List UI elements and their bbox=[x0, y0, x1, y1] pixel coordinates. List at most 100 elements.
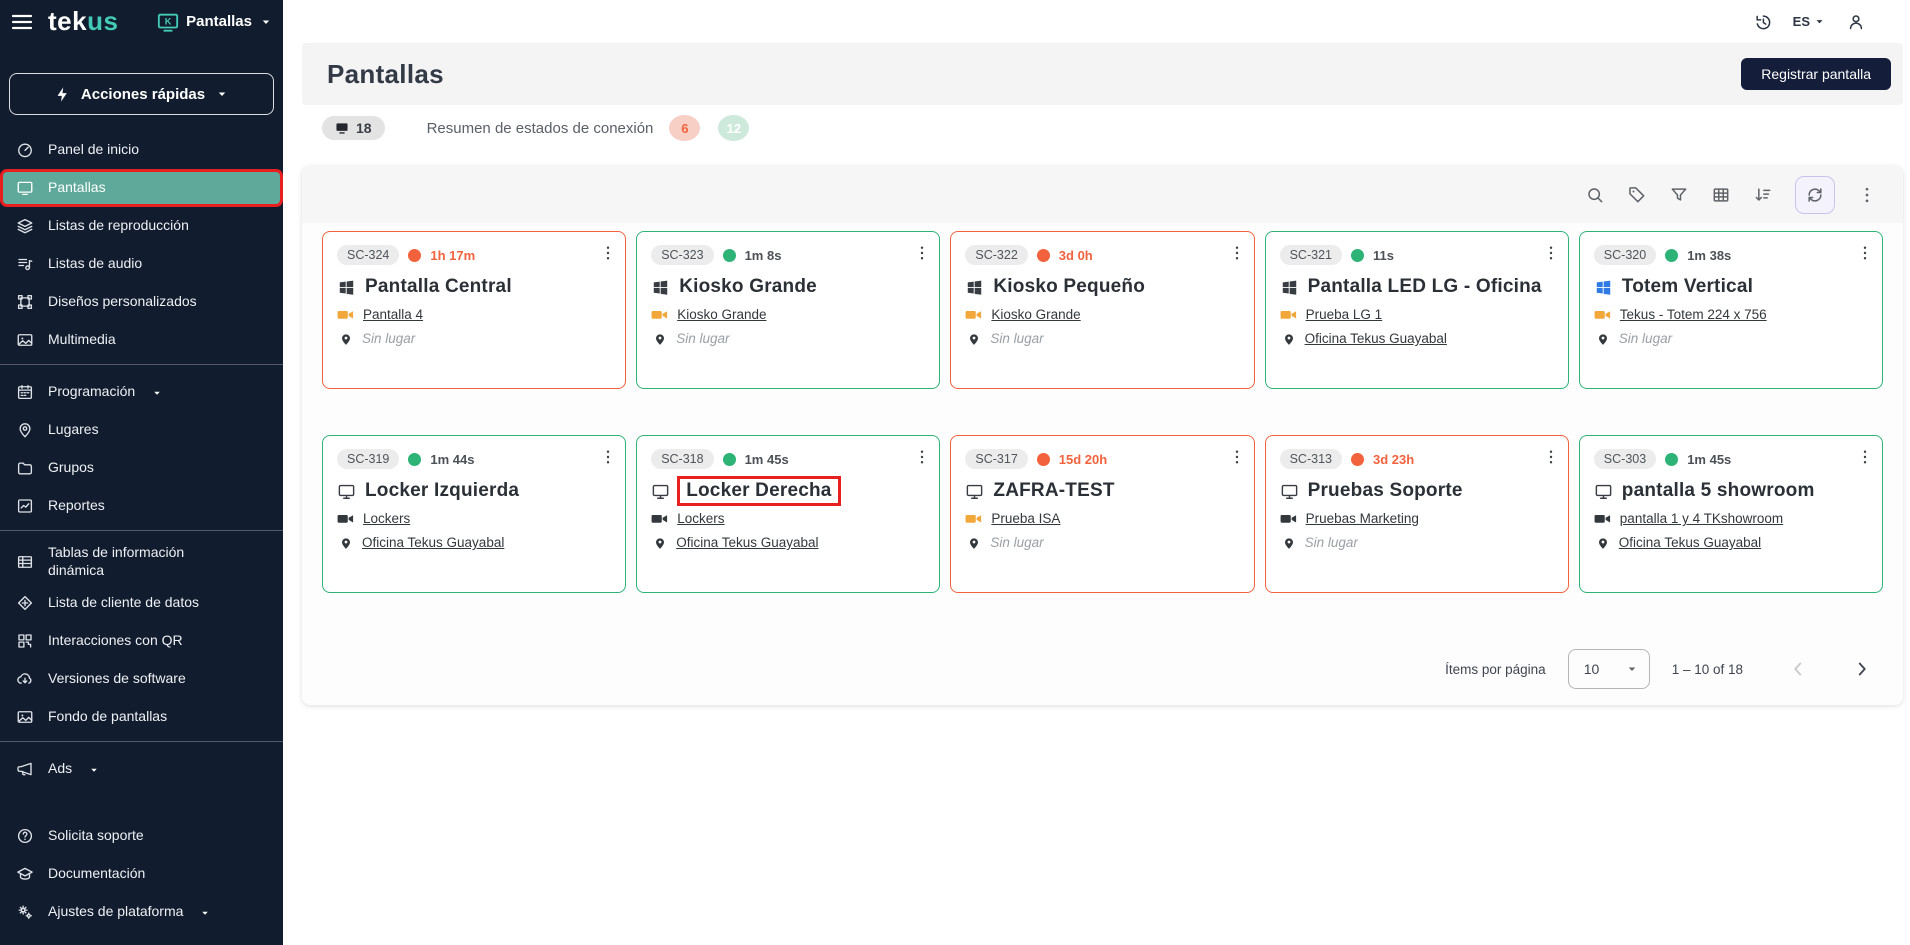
playlist-link[interactable]: Kiosko Grande bbox=[991, 307, 1080, 322]
lightning-icon bbox=[54, 86, 71, 103]
connection-status-dot bbox=[723, 249, 736, 262]
grid-icon[interactable] bbox=[1711, 185, 1731, 205]
card-title-row: Kiosko Grande bbox=[651, 276, 925, 298]
search-icon[interactable] bbox=[1585, 185, 1605, 205]
sidebar-item[interactable]: Listas de reproducción bbox=[3, 210, 280, 242]
screen-name[interactable]: Pantalla LED LG - Oficina bbox=[1308, 276, 1542, 298]
sidebar-item[interactable]: Diseños personalizados bbox=[3, 286, 280, 318]
nav-block: Fondo de pantallas bbox=[0, 698, 283, 750]
chevron-down-icon bbox=[199, 906, 211, 918]
playlist-link[interactable]: Prueba LG 1 bbox=[1306, 307, 1383, 322]
previous-page-icon[interactable] bbox=[1787, 658, 1809, 680]
sidebar-item[interactable]: Documentación bbox=[3, 858, 280, 890]
card-menu-kebab-icon[interactable] bbox=[1856, 244, 1874, 262]
items-per-page-select[interactable]: 10 bbox=[1568, 649, 1650, 689]
location-text[interactable]: Oficina Tekus Guayabal bbox=[1619, 535, 1761, 550]
playlist-link[interactable]: pantalla 1 y 4 TKshowroom bbox=[1620, 511, 1783, 526]
location-pin-icon bbox=[1596, 536, 1610, 550]
card-menu-kebab-icon[interactable] bbox=[913, 448, 931, 466]
sort-icon[interactable] bbox=[1753, 185, 1773, 205]
device-os-icon bbox=[337, 278, 356, 297]
sidebar-item[interactable]: Versiones de software bbox=[3, 663, 280, 695]
sidebar-item[interactable]: Multimedia bbox=[3, 324, 280, 356]
filter-icon[interactable] bbox=[1669, 185, 1689, 205]
screen-name[interactable]: Locker Izquierda bbox=[365, 480, 519, 502]
playlist-link[interactable]: Lockers bbox=[677, 511, 724, 526]
user-account-icon[interactable] bbox=[1846, 12, 1866, 32]
sidebar-item[interactable]: Listas de audio bbox=[3, 248, 280, 280]
playlist-link[interactable]: Prueba ISA bbox=[991, 511, 1060, 526]
sync-icon[interactable] bbox=[1795, 176, 1835, 214]
history-icon[interactable] bbox=[1753, 12, 1773, 32]
module-selector[interactable]: K Pantallas bbox=[157, 11, 273, 33]
graduation-icon bbox=[16, 865, 34, 883]
hamburger-menu-icon[interactable] bbox=[10, 10, 34, 34]
sidebar-item[interactable]: Interacciones con QR bbox=[3, 625, 280, 657]
card-playlist-row: Pruebas Marketing bbox=[1280, 510, 1554, 527]
card-menu-kebab-icon[interactable] bbox=[913, 244, 931, 262]
screen-name[interactable]: Kiosko Pequeño bbox=[993, 276, 1145, 298]
screen-name[interactable]: Pantalla Central bbox=[365, 276, 512, 298]
sidebar-item[interactable]: Grupos bbox=[3, 452, 280, 484]
location-text[interactable]: Sin lugar bbox=[362, 331, 415, 346]
sidebar-footer-nav: Solicita soporte Documentación Ajustes d… bbox=[0, 817, 283, 931]
calendar-icon bbox=[16, 383, 34, 401]
sidebar-item[interactable]: Lugares bbox=[3, 414, 280, 446]
sidebar-item[interactable]: Tablas de información dinámica bbox=[3, 542, 280, 581]
card-menu-kebab-icon[interactable] bbox=[1228, 244, 1246, 262]
location-text[interactable]: Sin lugar bbox=[1619, 331, 1672, 346]
register-screen-button[interactable]: Registrar pantalla bbox=[1741, 58, 1891, 90]
screen-name[interactable]: Totem Vertical bbox=[1622, 276, 1753, 298]
playlist-link[interactable]: Kiosko Grande bbox=[677, 307, 766, 322]
total-screens-count: 18 bbox=[356, 120, 372, 136]
playlist-link[interactable]: Tekus - Totem 224 x 756 bbox=[1620, 307, 1767, 322]
screen-name[interactable]: Kiosko Grande bbox=[679, 276, 817, 298]
location-text[interactable]: Oficina Tekus Guayabal bbox=[1305, 331, 1447, 346]
card-menu-kebab-icon[interactable] bbox=[599, 244, 617, 262]
card-header: SC-313 3d 23h bbox=[1280, 449, 1554, 469]
sidebar-item[interactable]: Ajustes de plataforma bbox=[3, 896, 280, 928]
card-menu-kebab-icon[interactable] bbox=[1228, 448, 1246, 466]
card-menu-kebab-icon[interactable] bbox=[599, 448, 617, 466]
quick-actions-button[interactable]: Acciones rápidas bbox=[9, 73, 274, 115]
sidebar-item[interactable]: Programación bbox=[3, 376, 280, 408]
sidebar-item[interactable]: Lista de cliente de datos bbox=[3, 587, 280, 619]
sidebar-item-label: Ads bbox=[48, 760, 72, 778]
location-text[interactable]: Oficina Tekus Guayabal bbox=[676, 535, 818, 550]
location-text[interactable]: Sin lugar bbox=[1305, 535, 1358, 550]
card-playlist-row: pantalla 1 y 4 TKshowroom bbox=[1594, 510, 1868, 527]
screen-card: SC-313 3d 23h Pruebas Soporte Pruebas Ma… bbox=[1265, 435, 1569, 593]
next-page-icon[interactable] bbox=[1851, 658, 1873, 680]
location-text[interactable]: Sin lugar bbox=[990, 331, 1043, 346]
screen-k-icon: K bbox=[157, 11, 179, 33]
connection-duration: 1h 17m bbox=[430, 248, 475, 263]
location-text[interactable]: Oficina Tekus Guayabal bbox=[362, 535, 504, 550]
sidebar-item[interactable]: Fondo de pantallas bbox=[3, 701, 280, 733]
page-range-label: 1 – 10 of 18 bbox=[1672, 662, 1743, 677]
playlist-link[interactable]: Pantalla 4 bbox=[363, 307, 423, 322]
card-menu-kebab-icon[interactable] bbox=[1856, 448, 1874, 466]
sidebar-item[interactable]: Pantallas bbox=[3, 172, 280, 204]
sidebar-item[interactable]: Solicita soporte bbox=[3, 820, 280, 852]
chevron-down-icon bbox=[1813, 15, 1826, 28]
playlist-link[interactable]: Pruebas Marketing bbox=[1306, 511, 1419, 526]
tag-icon[interactable] bbox=[1627, 185, 1647, 205]
screen-name[interactable]: Locker Derecha bbox=[677, 476, 840, 506]
language-selector[interactable]: ES bbox=[1793, 14, 1826, 29]
screen-name[interactable]: pantalla 5 showroom bbox=[1622, 480, 1815, 502]
card-playlist-row: Lockers bbox=[337, 510, 611, 527]
screen-card: SC-319 1m 44s Locker Izquierda Lockers bbox=[322, 435, 626, 593]
screen-name[interactable]: Pruebas Soporte bbox=[1308, 480, 1463, 502]
location-text[interactable]: Sin lugar bbox=[676, 331, 729, 346]
sidebar-item[interactable]: Ads bbox=[3, 753, 280, 785]
card-menu-kebab-icon[interactable] bbox=[1542, 244, 1560, 262]
sidebar-item[interactable]: Panel de inicio bbox=[3, 134, 280, 166]
screen-name[interactable]: ZAFRA-TEST bbox=[993, 480, 1114, 502]
sidebar-item[interactable]: Reportes bbox=[3, 490, 280, 522]
card-header: SC-323 1m 8s bbox=[651, 245, 925, 265]
kebab-icon[interactable] bbox=[1857, 185, 1877, 205]
card-menu-kebab-icon[interactable] bbox=[1542, 448, 1560, 466]
playlist-link[interactable]: Lockers bbox=[363, 511, 410, 526]
location-text[interactable]: Sin lugar bbox=[990, 535, 1043, 550]
location-pin-icon bbox=[967, 332, 981, 346]
